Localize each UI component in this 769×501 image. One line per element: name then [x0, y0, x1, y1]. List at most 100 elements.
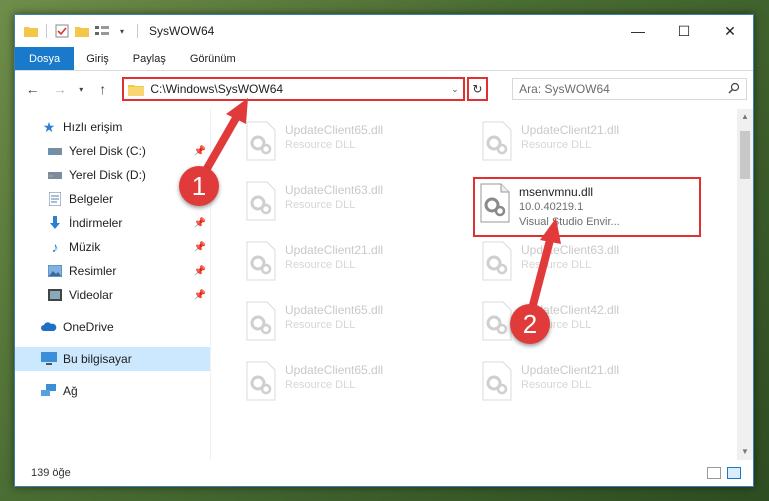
- file-item[interactable]: UpdateClient65.dll Resource DLL: [241, 117, 466, 169]
- file-item[interactable]: UpdateClient63.dll Resource DLL: [477, 237, 702, 289]
- file-item[interactable]: UpdateClient21.dll Resource DLL: [241, 237, 466, 289]
- properties-icon[interactable]: [54, 23, 70, 39]
- nav-item-music[interactable]: ♪ Müzik 📌: [15, 235, 210, 259]
- nav-quick-access[interactable]: ★ Hızlı erişim: [15, 115, 210, 139]
- details-view-icon[interactable]: [707, 467, 721, 479]
- chevron-down-icon[interactable]: ⌄: [451, 84, 459, 95]
- arrow-right-icon: →: [52, 81, 67, 97]
- address-row: ← → ▾ ↑ C:\Windows\SysWOW64 ⌄ ↻ Ara: Sys…: [15, 71, 753, 107]
- network-icon: [41, 383, 57, 399]
- nav-label: Yerel Disk (D:): [69, 168, 146, 182]
- drive-icon: [47, 167, 63, 183]
- tab-home[interactable]: Giriş: [74, 47, 121, 70]
- downloads-icon: [47, 215, 63, 231]
- file-item[interactable]: UpdateClient21.dll Resource DLL: [477, 117, 702, 169]
- nav-label: Resimler: [69, 264, 117, 278]
- minimize-button[interactable]: —: [615, 15, 661, 47]
- tab-view[interactable]: Görünüm: [178, 47, 248, 70]
- music-icon: ♪: [51, 239, 59, 255]
- navigation-pane: ★ Hızlı erişim Yerel Disk (C:) 📌 Yerel D…: [15, 109, 211, 460]
- explorer-body: ★ Hızlı erişim Yerel Disk (C:) 📌 Yerel D…: [15, 109, 753, 460]
- separator: [46, 24, 47, 38]
- close-button[interactable]: ✕: [707, 15, 753, 47]
- scrollbar-thumb[interactable]: [740, 131, 750, 179]
- nav-onedrive[interactable]: OneDrive: [15, 315, 210, 339]
- nav-label: Belgeler: [69, 192, 114, 206]
- tab-file[interactable]: Dosya: [15, 47, 75, 70]
- dll-file-icon: [480, 183, 510, 223]
- file-item[interactable]: UpdateClient65.dll Resource DLL: [241, 357, 466, 409]
- address-path[interactable]: C:\Windows\SysWOW64: [150, 82, 445, 96]
- file-name: UpdateClient21.dll: [521, 363, 620, 377]
- nav-item-pictures[interactable]: Resimler 📌: [15, 259, 210, 283]
- nav-label: Videolar: [69, 288, 113, 302]
- dll-file-icon: [482, 241, 512, 281]
- address-bar[interactable]: C:\Windows\SysWOW64 ⌄: [122, 77, 465, 101]
- tab-share[interactable]: Paylaş: [121, 47, 178, 70]
- star-icon: ★: [42, 118, 56, 135]
- file-type: Resource DLL: [285, 379, 356, 391]
- nav-network[interactable]: Ağ: [15, 379, 210, 403]
- scroll-up-icon[interactable]: ▲: [737, 109, 753, 125]
- vertical-scrollbar[interactable]: ▲ ▼: [737, 109, 753, 460]
- maximize-button[interactable]: ☐: [661, 15, 707, 47]
- file-item[interactable]: UpdateClient65.dll Resource DLL: [241, 297, 466, 349]
- forward-button[interactable]: →: [48, 77, 71, 101]
- up-button[interactable]: ↑: [91, 77, 114, 101]
- pin-icon: 📌: [193, 217, 206, 229]
- file-type: Resource DLL: [521, 139, 592, 151]
- back-button[interactable]: ←: [21, 77, 44, 101]
- scroll-down-icon[interactable]: ▼: [737, 444, 753, 460]
- folder-icon: [128, 81, 145, 97]
- tiles-view-icon[interactable]: [727, 467, 741, 479]
- file-name: UpdateClient63.dll: [285, 183, 384, 197]
- nav-item-downloads[interactable]: İndirmeler 📌: [15, 211, 210, 235]
- nav-this-pc[interactable]: Bu bilgisayar: [15, 347, 210, 371]
- search-icon: [728, 82, 740, 97]
- file-item[interactable]: UpdateClient21.dll Resource DLL: [477, 357, 702, 409]
- item-count: 139 öğe: [31, 467, 71, 479]
- refresh-button[interactable]: ↻: [466, 77, 489, 101]
- customize-toolbar-icon[interactable]: ▾: [114, 23, 130, 39]
- pin-icon: 📌: [193, 241, 206, 253]
- file-name: UpdateClient21.dll: [521, 123, 620, 137]
- file-item-msenvmnu[interactable]: msenvmnu.dll 10.0.40219.1 Visual Studio …: [473, 177, 701, 237]
- dll-file-icon: [482, 121, 512, 161]
- file-version: 10.0.40219.1: [519, 201, 584, 213]
- nav-label: Yerel Disk (C:): [69, 144, 146, 158]
- file-item[interactable]: UpdateClient63.dll Resource DLL: [241, 177, 466, 229]
- nav-label: Müzik: [69, 240, 101, 254]
- step-2-badge: 2: [510, 304, 550, 344]
- file-name: UpdateClient63.dll: [521, 243, 620, 257]
- nav-item-local-disk-c[interactable]: Yerel Disk (C:) 📌: [15, 139, 210, 163]
- dll-file-icon: [246, 241, 276, 281]
- recent-locations-button[interactable]: ▾: [76, 77, 88, 101]
- pictures-icon: [47, 263, 63, 279]
- drive-icon: [47, 143, 63, 159]
- computer-icon: [41, 351, 57, 367]
- folder-icon: [23, 23, 39, 39]
- file-type: Resource DLL: [285, 259, 356, 271]
- search-input[interactable]: Ara: SysWOW64: [519, 82, 728, 96]
- file-type: Resource DLL: [285, 139, 356, 151]
- file-type: Resource DLL: [521, 259, 592, 271]
- dll-file-icon: [482, 301, 512, 341]
- file-type: Resource DLL: [521, 379, 592, 391]
- pin-icon: 📌: [193, 265, 206, 277]
- file-name: UpdateClient65.dll: [285, 303, 384, 317]
- file-type: Resource DLL: [285, 199, 356, 211]
- dll-file-icon: [246, 121, 276, 161]
- search-box[interactable]: Ara: SysWOW64: [512, 78, 747, 100]
- file-type: Visual Studio Envir...: [519, 216, 620, 228]
- new-folder-icon[interactable]: [74, 23, 90, 39]
- explorer-window: ▾ SysWOW64 — ☐ ✕ Dosya Giriş Paylaş Görü…: [14, 14, 754, 487]
- window-controls: — ☐ ✕: [615, 15, 753, 47]
- view-options-icon[interactable]: [94, 23, 110, 39]
- quick-access-toolbar: ▾: [15, 23, 141, 39]
- nav-item-videos[interactable]: Videolar 📌: [15, 283, 210, 307]
- pin-icon: 📌: [193, 289, 206, 301]
- nav-label: Ağ: [63, 384, 78, 398]
- nav-label: Hızlı erişim: [63, 120, 123, 134]
